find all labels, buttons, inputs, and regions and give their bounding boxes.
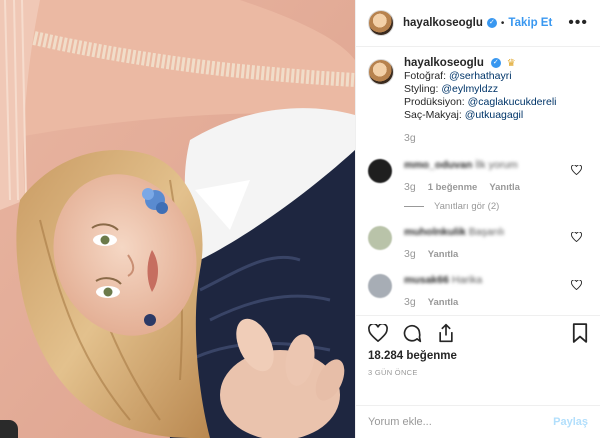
comment-item: musak66 Harika 3g Yanıtla	[368, 274, 588, 308]
comments-area: hayalkoseoglu ✓ ♛ Fotoğraf: @serhathayri…	[356, 47, 600, 315]
caption-line: Prodüksiyon: @caglakucukdereli	[404, 96, 557, 109]
header-username[interactable]: hayalkoseoglu	[403, 17, 483, 29]
comment-meta: 3g Yanıtla	[404, 248, 588, 260]
post-photo[interactable]	[0, 0, 355, 438]
caption-label: Styling:	[404, 83, 439, 95]
likes-count[interactable]: 18.284 beğenme	[368, 350, 588, 362]
like-heart-icon[interactable]	[368, 324, 388, 342]
comment-time[interactable]: 3g	[404, 296, 416, 308]
comment-avatar[interactable]	[368, 226, 392, 250]
post-actions: 18.284 beğenme 3 GÜN ÖNCE	[356, 315, 600, 405]
comment-time[interactable]: 3g	[404, 248, 416, 260]
more-options-icon[interactable]: •••	[568, 14, 588, 32]
caption-line: Styling: @eylmyldzz	[404, 83, 557, 96]
comment-text: musak66 Harika	[404, 274, 588, 287]
comment-likes[interactable]: 1 beğenme	[428, 182, 478, 193]
view-replies-button[interactable]: Yanıtları gör (2)	[404, 201, 588, 212]
follow-button[interactable]: Takip Et	[508, 17, 552, 29]
post-time[interactable]: 3 GÜN ÖNCE	[368, 368, 588, 377]
verified-badge-icon: ✓	[486, 18, 497, 28]
comment-username[interactable]: muholnkulik	[404, 226, 466, 238]
action-icons	[368, 322, 588, 344]
caption-avatar[interactable]	[368, 59, 394, 85]
bookmark-icon[interactable]	[572, 323, 588, 343]
photo-illustration	[0, 0, 355, 438]
comment-body: mmo_oduvan İlk yorum 3g 1 beğenme Yanıtl…	[404, 159, 588, 193]
comment-meta: 3g 1 beğenme Yanıtla	[404, 181, 588, 193]
caption-time[interactable]: 3g	[404, 132, 557, 145]
comment-message: Başarılı	[468, 226, 505, 238]
comment-item: muholnkulik Başarılı 3g Yanıtla	[368, 226, 588, 260]
comment-item: mmo_oduvan İlk yorum 3g 1 beğenme Yanıtl…	[368, 159, 588, 193]
post-comment-button[interactable]: Paylaş	[553, 416, 588, 428]
add-comment-bar: Yorum ekle... Paylaş	[356, 405, 600, 438]
comment-meta: 3g Yanıtla	[404, 296, 588, 308]
user-avatar[interactable]	[368, 10, 394, 36]
comment-bubble-icon[interactable]	[402, 323, 422, 343]
comment-avatar[interactable]	[368, 159, 392, 183]
comment-avatar[interactable]	[368, 274, 392, 298]
comment-username[interactable]: mmo_oduvan	[404, 159, 472, 171]
comment-time[interactable]: 3g	[404, 181, 416, 193]
post-header: hayalkoseoglu ✓ • Takip Et •••	[356, 0, 600, 47]
caption-line: Saç-Makyaj: @utkuagagil	[404, 109, 557, 122]
comment-message: Harika	[451, 274, 483, 286]
like-comment-heart-icon[interactable]	[571, 232, 582, 242]
caption-label: Saç-Makyaj:	[404, 109, 462, 121]
caption-label: Fotoğraf:	[404, 70, 447, 82]
comment-body: muholnkulik Başarılı 3g Yanıtla	[404, 226, 588, 260]
mention-link[interactable]: @caglakucukdereli	[468, 96, 557, 108]
verified-badge-icon: ✓	[490, 58, 501, 69]
caption-body: hayalkoseoglu ✓ ♛ Fotoğraf: @serhathayri…	[404, 57, 557, 145]
like-comment-heart-icon[interactable]	[571, 280, 582, 290]
crown-icon: ♛	[506, 58, 516, 69]
comment-message: İlk yorum	[475, 159, 518, 171]
replies-line	[404, 206, 424, 207]
comment-text: muholnkulik Başarılı	[404, 226, 588, 239]
comment-body: musak66 Harika 3g Yanıtla	[404, 274, 588, 308]
share-icon[interactable]	[436, 323, 456, 343]
separator-dot: •	[500, 17, 505, 29]
reply-button[interactable]: Yanıtla	[428, 249, 459, 260]
comment-username[interactable]: musak66	[404, 274, 449, 286]
caption-username[interactable]: hayalkoseoglu	[404, 57, 484, 69]
reply-button[interactable]: Yanıtla	[489, 182, 520, 193]
mention-link[interactable]: @serhathayri	[449, 70, 512, 82]
view-replies-label: Yanıtları gör (2)	[434, 201, 500, 212]
comment-text: mmo_oduvan İlk yorum	[404, 159, 588, 172]
instagram-post: hayalkoseoglu ✓ • Takip Et ••• hayalkose…	[0, 0, 600, 438]
caption-line: Fotoğraf: @serhathayri	[404, 70, 557, 83]
photo-corner-avatar	[0, 420, 18, 438]
post-side-panel: hayalkoseoglu ✓ • Takip Et ••• hayalkose…	[355, 0, 600, 438]
caption-label: Prodüksiyon:	[404, 96, 465, 108]
mention-link[interactable]: @utkuagagil	[465, 109, 524, 121]
comment-input[interactable]: Yorum ekle...	[368, 416, 553, 428]
reply-button[interactable]: Yanıtla	[428, 297, 459, 308]
mention-link[interactable]: @eylmyldzz	[441, 83, 498, 95]
like-comment-heart-icon[interactable]	[571, 165, 582, 175]
caption: hayalkoseoglu ✓ ♛ Fotoğraf: @serhathayri…	[368, 57, 588, 145]
